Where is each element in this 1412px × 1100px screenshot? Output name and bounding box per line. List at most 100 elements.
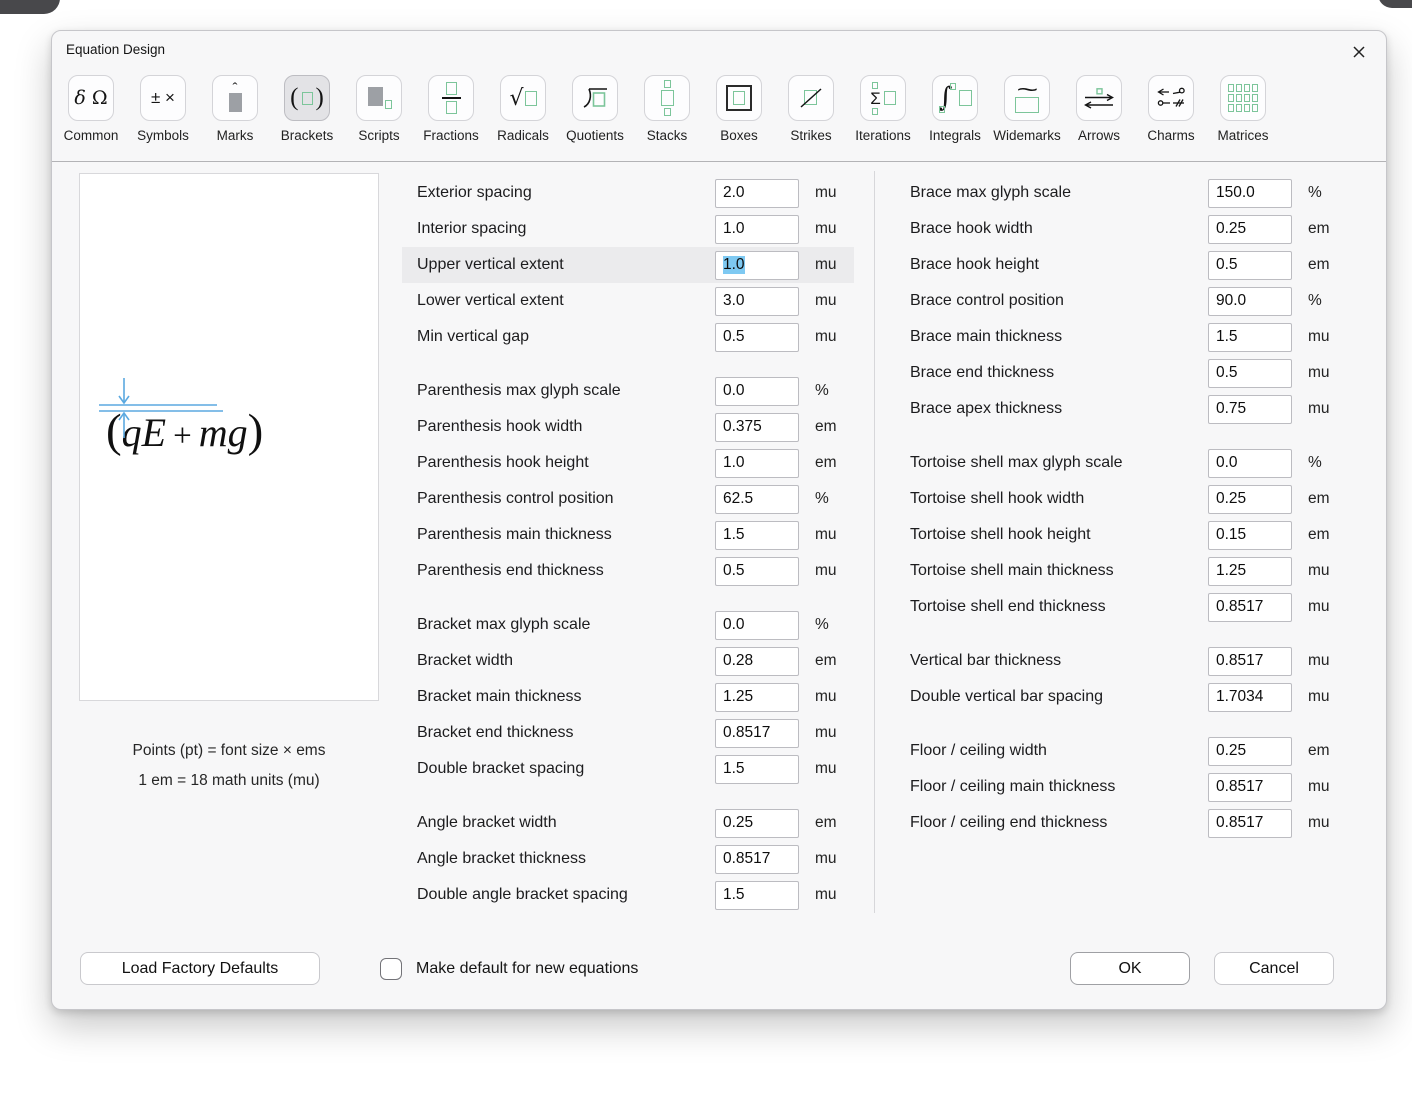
iterations-icon: Σ [860, 75, 906, 121]
make-default-checkbox[interactable] [380, 958, 402, 980]
field-label: Parenthesis hook width [417, 418, 715, 436]
field-row-brace-end-thickness: Brace end thickness0.5mu [892, 355, 1344, 391]
field-label: Parenthesis max glyph scale [417, 382, 715, 400]
tortoise-shell-end-thickness-input[interactable]: 0.8517 [1208, 593, 1292, 622]
bracket-main-thickness-input[interactable]: 1.25 [715, 683, 799, 712]
parenthesis-main-thickness-input[interactable]: 1.5 [715, 521, 799, 550]
brace-control-position-input[interactable]: 90.0 [1208, 287, 1292, 316]
parenthesis-hook-width-input[interactable]: 0.375 [715, 413, 799, 442]
field-value: 1.0 [723, 256, 745, 274]
double-bracket-spacing-input[interactable]: 1.5 [715, 755, 799, 784]
toolbar-item-brackets[interactable]: ()Brackets [284, 75, 330, 143]
stacks-icon [644, 75, 690, 121]
double-angle-bracket-spacing-input[interactable]: 1.5 [715, 881, 799, 910]
brace-max-glyph-scale-input[interactable]: 150.0 [1208, 179, 1292, 208]
field-label: Angle bracket width [417, 814, 715, 832]
parenthesis-control-position-input[interactable]: 62.5 [715, 485, 799, 514]
angle-bracket-thickness-input[interactable]: 0.8517 [715, 845, 799, 874]
field-label: Double angle bracket spacing [417, 886, 715, 904]
floor-ceiling-width-input[interactable]: 0.25 [1208, 737, 1292, 766]
bracket-end-thickness-input[interactable]: 0.8517 [715, 719, 799, 748]
toolbar-item-fractions[interactable]: Fractions [428, 75, 474, 143]
equation-design-dialog: Equation Design δ ΩCommon ± ×Symbols ˆMark… [51, 30, 1387, 1010]
field-value: 0.75 [1216, 400, 1246, 418]
field-unit: mu [815, 220, 837, 238]
toolbar-item-label: Matrices [1218, 128, 1269, 143]
field-value: 0.8517 [723, 850, 770, 868]
parenthesis-end-thickness-input[interactable]: 0.5 [715, 557, 799, 586]
exterior-spacing-input[interactable]: 2.0 [715, 179, 799, 208]
unit-note-line: Points (pt) = font size × ems [79, 736, 379, 766]
equation-preview-panel: (qE+mg) [79, 173, 379, 701]
interior-spacing-input[interactable]: 1.0 [715, 215, 799, 244]
floor-ceiling-end-thickness-input[interactable]: 0.8517 [1208, 809, 1292, 838]
toolbar-item-widemarks[interactable]: ~Widemarks [1004, 75, 1050, 143]
dialog-title: Equation Design [66, 42, 165, 57]
field-label: Tortoise shell max glyph scale [910, 454, 1208, 472]
category-toolbar: δ ΩCommon ± ×Symbols ˆMarks ()Brackets Scrip… [68, 75, 1266, 143]
angle-bracket-width-input[interactable]: 0.25 [715, 809, 799, 838]
field-value: 0.5 [1216, 256, 1238, 274]
bracket-max-glyph-scale-input[interactable]: 0.0 [715, 611, 799, 640]
parenthesis-hook-height-input[interactable]: 1.0 [715, 449, 799, 478]
lower-vertical-extent-input[interactable]: 3.0 [715, 287, 799, 316]
field-row-bracket-max-glyph-scale: Bracket max glyph scale0.0% [402, 607, 854, 643]
toolbar-item-scripts[interactable]: Scripts [356, 75, 402, 143]
field-unit: em [1308, 220, 1330, 238]
toolbar-item-integrals[interactable]: ∫Integrals [932, 75, 978, 143]
brace-apex-thickness-input[interactable]: 0.75 [1208, 395, 1292, 424]
load-factory-defaults-button[interactable]: Load Factory Defaults [80, 952, 320, 985]
field-label: Brace apex thickness [910, 400, 1208, 418]
make-default-checkbox-label[interactable]: Make default for new equations [416, 958, 638, 980]
field-label: Floor / ceiling end thickness [910, 814, 1208, 832]
floor-ceiling-main-thickness-input[interactable]: 0.8517 [1208, 773, 1292, 802]
fractions-icon [428, 75, 474, 121]
toolbar-item-matrices[interactable]: Matrices [1220, 75, 1266, 143]
field-group: Tortoise shell max glyph scale0.0%Tortoi… [892, 445, 1344, 625]
tortoise-shell-max-glyph-scale-input[interactable]: 0.0 [1208, 449, 1292, 478]
field-label: Tortoise shell hook width [910, 490, 1208, 508]
toolbar-item-symbols[interactable]: ± ×Symbols [140, 75, 186, 143]
double-vertical-bar-spacing-input[interactable]: 1.7034 [1208, 683, 1292, 712]
field-value: 1.5 [1216, 328, 1238, 346]
parenthesis-max-glyph-scale-input[interactable]: 0.0 [715, 377, 799, 406]
upper-vertical-extent-input[interactable]: 1.0 [715, 251, 799, 280]
toolbar-item-boxes[interactable]: Boxes [716, 75, 762, 143]
term-2: mg [199, 409, 248, 456]
tortoise-shell-hook-height-input[interactable]: 0.15 [1208, 521, 1292, 550]
field-value: 0.25 [1216, 220, 1246, 238]
field-row-floor-ceiling-main-thickness: Floor / ceiling main thickness0.8517mu [892, 769, 1344, 805]
tortoise-shell-hook-width-input[interactable]: 0.25 [1208, 485, 1292, 514]
field-label: Interior spacing [417, 220, 715, 238]
brace-hook-height-input[interactable]: 0.5 [1208, 251, 1292, 280]
field-unit: em [1308, 490, 1330, 508]
toolbar-item-arrows[interactable]: Arrows [1076, 75, 1122, 143]
toolbar-item-label: Charms [1147, 128, 1194, 143]
cancel-button[interactable]: Cancel [1214, 952, 1334, 985]
ok-button[interactable]: OK [1070, 952, 1190, 985]
field-label: Floor / ceiling main thickness [910, 778, 1208, 796]
toolbar-item-quotients[interactable]: Quotients [572, 75, 618, 143]
brace-main-thickness-input[interactable]: 1.5 [1208, 323, 1292, 352]
bracket-width-input[interactable]: 0.28 [715, 647, 799, 676]
toolbar-item-marks[interactable]: ˆMarks [212, 75, 258, 143]
brace-end-thickness-input[interactable]: 0.5 [1208, 359, 1292, 388]
background-window-corner-right [1378, 0, 1412, 8]
toolbar-item-iterations[interactable]: ΣIterations [860, 75, 906, 143]
field-row-tortoise-shell-max-glyph-scale: Tortoise shell max glyph scale0.0% [892, 445, 1344, 481]
vertical-bar-thickness-input[interactable]: 0.8517 [1208, 647, 1292, 676]
field-value: 0.8517 [1216, 598, 1263, 616]
brace-hook-width-input[interactable]: 0.25 [1208, 215, 1292, 244]
toolbar-item-strikes[interactable]: Strikes [788, 75, 834, 143]
toolbar-item-charms[interactable]: Charms [1148, 75, 1194, 143]
field-row-double-vertical-bar-spacing: Double vertical bar spacing1.7034mu [892, 679, 1344, 715]
tortoise-shell-main-thickness-input[interactable]: 1.25 [1208, 557, 1292, 586]
close-icon[interactable] [1344, 37, 1374, 67]
field-unit: % [815, 616, 829, 634]
field-unit: em [1308, 256, 1330, 274]
toolbar-item-radicals[interactable]: √Radicals [500, 75, 546, 143]
field-label: Parenthesis main thickness [417, 526, 715, 544]
min-vertical-gap-input[interactable]: 0.5 [715, 323, 799, 352]
toolbar-item-common[interactable]: δ ΩCommon [68, 75, 114, 143]
toolbar-item-stacks[interactable]: Stacks [644, 75, 690, 143]
